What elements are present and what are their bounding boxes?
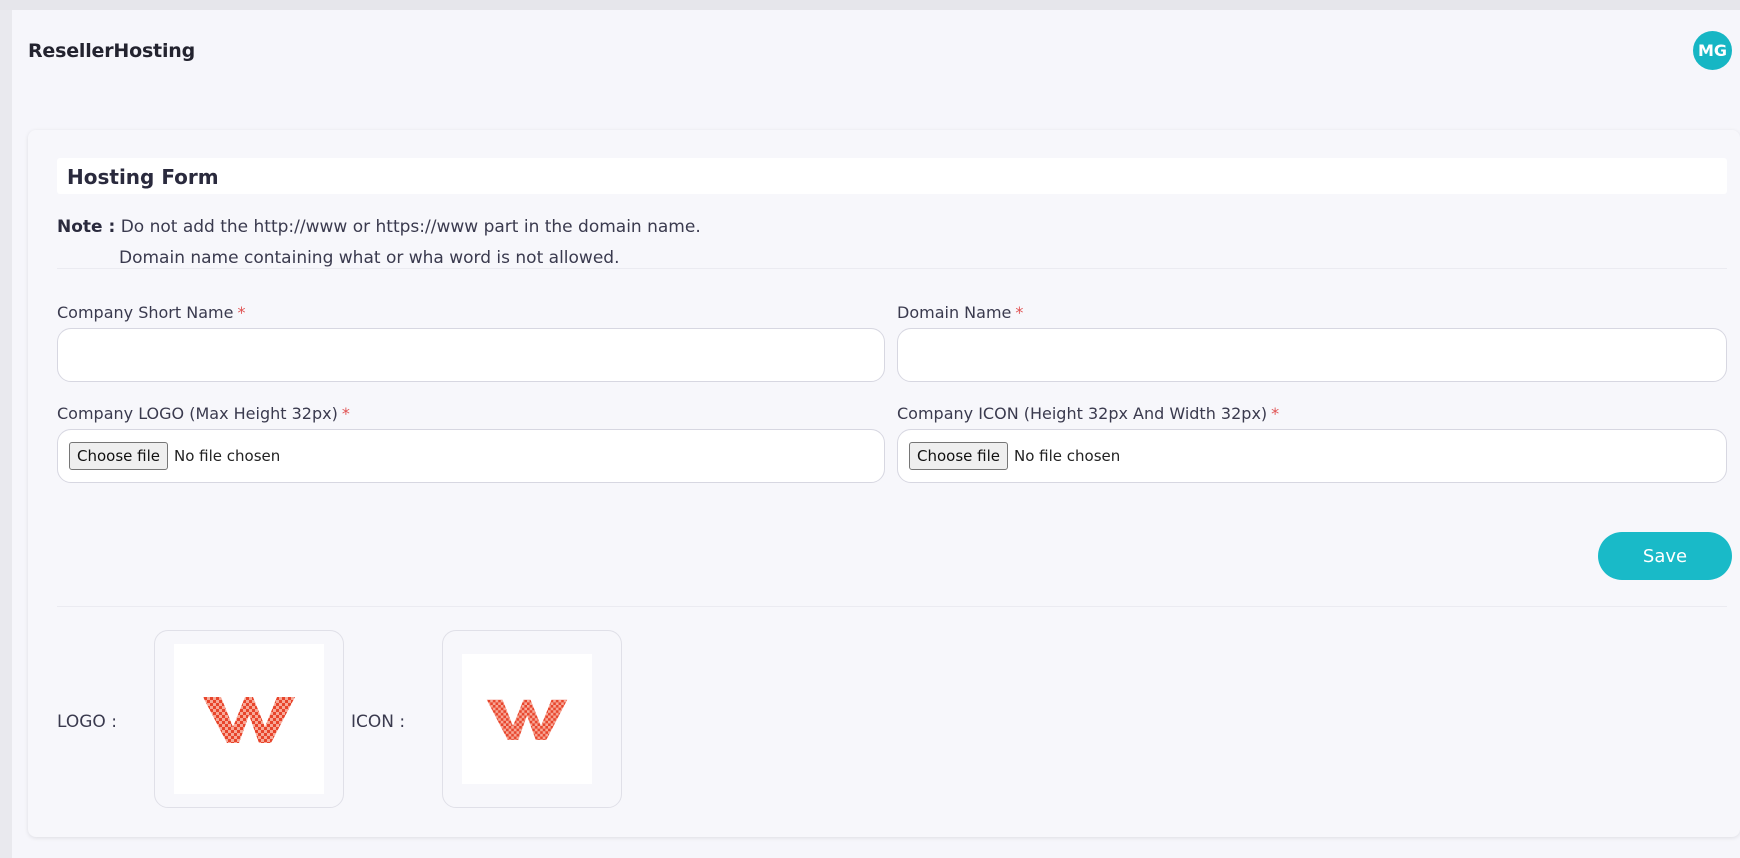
company-icon-label: Company ICON (Height 32px And Width 32px… [897,404,1280,423]
note-label: Note : [57,217,116,237]
logo-preview-label: LOGO : [57,712,117,732]
form-title: Hosting Form [67,165,219,189]
user-avatar[interactable]: MG [1693,31,1732,70]
icon-preview-label: ICON : [351,712,406,732]
app-title: ResellerHosting [28,40,195,62]
required-mark: * [1271,404,1280,423]
choose-logo-file-button[interactable]: Choose file [69,442,168,470]
required-mark: * [341,404,350,423]
company-logo-file-input[interactable]: Choose file No file chosen [57,429,885,483]
company-short-name-input[interactable] [57,328,885,382]
icon-preview-frame [442,630,622,808]
choose-icon-file-button[interactable]: Choose file [909,442,1008,470]
avatar-initials: MG [1697,41,1728,60]
form-title-bar: Hosting Form [57,158,1727,194]
w-logo-icon [486,699,568,740]
save-button[interactable]: Save [1598,532,1732,580]
app-container: ResellerHosting MG Hosting Form Note : D… [12,10,1740,858]
company-icon-file-input[interactable]: Choose file No file chosen [897,429,1727,483]
required-mark: * [1015,303,1024,322]
divider [57,606,1727,607]
divider [57,268,1727,269]
note-line-2: Domain name containing what or wha word … [119,248,620,268]
company-short-name-label: Company Short Name * [57,303,246,322]
form-note: Note : Do not add the http://www or http… [57,212,701,268]
company-logo-label: Company LOGO (Max Height 32px) * [57,404,350,423]
w-logo-icon [203,697,295,743]
hosting-form-card: Hosting Form Note : Do not add the http:… [28,130,1740,837]
note-line-1: Do not add the http://www or https://www… [120,217,701,237]
logo-file-status: No file chosen [174,447,281,465]
icon-file-status: No file chosen [1014,447,1121,465]
logo-preview-image [174,644,324,794]
required-mark: * [237,303,246,322]
domain-name-input[interactable] [897,328,1727,382]
window-top-bar [0,0,1740,10]
logo-preview-frame [154,630,344,808]
icon-preview-image [462,654,592,784]
domain-name-label: Domain Name * [897,303,1024,322]
